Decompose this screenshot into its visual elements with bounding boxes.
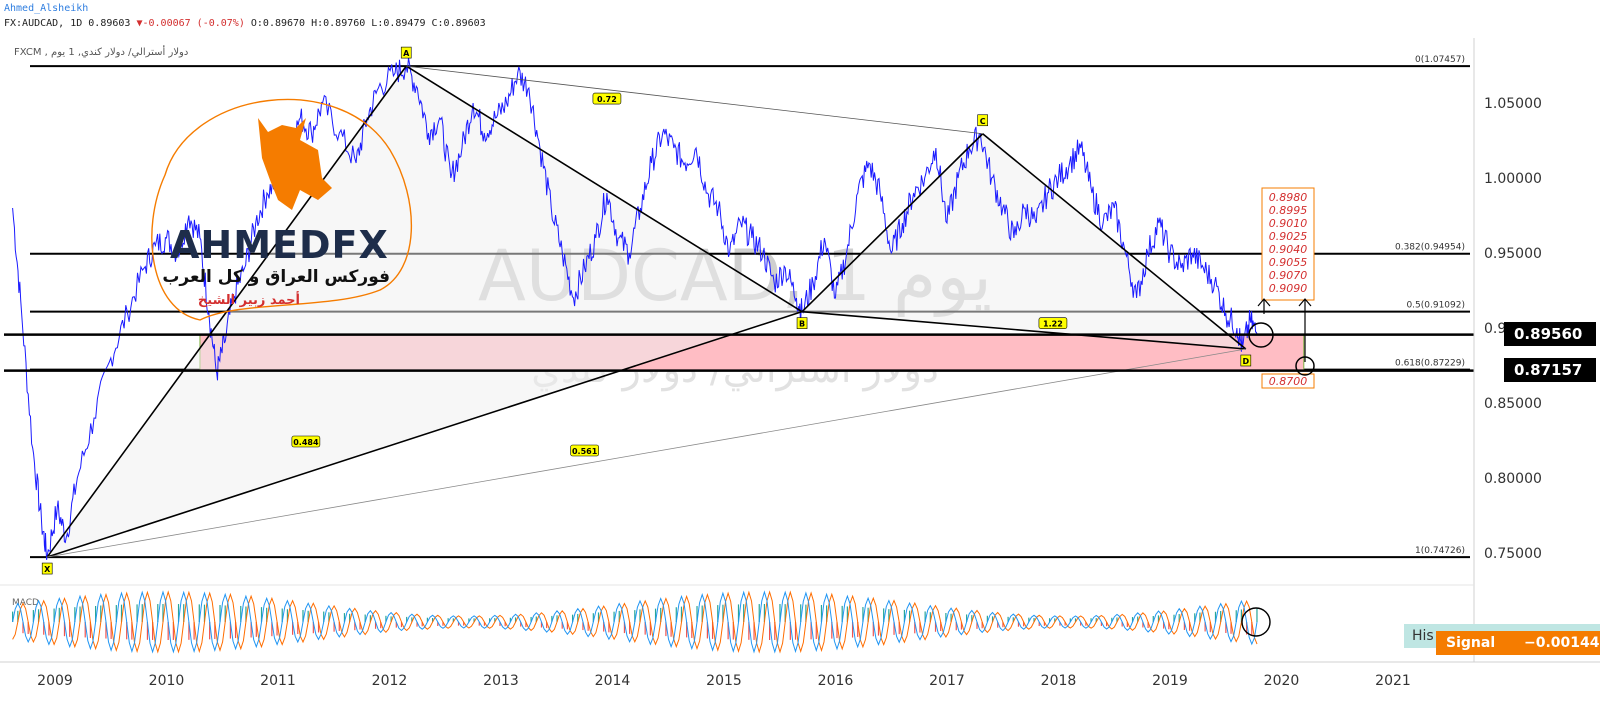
target-value: 0.9010 (1269, 217, 1308, 230)
price-chart[interactable]: AUDCAD, 1 يوم دولار أسترالي/ دولار كندي … (0, 0, 1600, 712)
ratio-label: 0.72 (597, 95, 617, 104)
x-tick-label: 2020 (1264, 673, 1300, 689)
y-tick-label: 1.05000 (1484, 96, 1542, 112)
target-value: 0.9055 (1269, 256, 1308, 269)
logo-tagline: فوركس العراق و كل العرب (162, 267, 390, 287)
target-value: 0.9040 (1269, 243, 1308, 256)
fib-label: 0.5(0.91092) (1406, 301, 1465, 311)
x-tick-label: 2013 (483, 673, 519, 689)
y-tick-label: 0.75000 (1484, 546, 1542, 562)
x-tick-label: 2009 (37, 673, 73, 689)
fib-label: 0.618(0.87229) (1395, 359, 1465, 369)
pattern-point-label: X (44, 565, 51, 574)
target-value: 0.9090 (1269, 282, 1308, 295)
ratio-label: 0.484 (293, 438, 319, 447)
y-tick-label: 1.00000 (1484, 171, 1542, 187)
target-value: 0.9070 (1269, 269, 1308, 282)
target-value: 0.9025 (1269, 230, 1308, 243)
pattern-point-label: A (403, 49, 410, 58)
x-tick-label: 2017 (929, 673, 965, 689)
fib-label: 1(0.74726) (1415, 546, 1465, 556)
ratio-label: 1.22 (1043, 320, 1063, 329)
price-label-lower: 0.87157 (1504, 358, 1596, 382)
x-tick-label: 2016 (818, 673, 854, 689)
pattern-point-label: D (1242, 357, 1249, 366)
fib-label: 0.382(0.94954) (1395, 243, 1465, 253)
macd-signal-legend: Signal −0.00144 (1436, 631, 1600, 655)
fib-label: 0(1.07457) (1415, 55, 1465, 65)
y-tick-label: 0.95000 (1484, 246, 1542, 262)
x-tick-label: 2012 (372, 673, 408, 689)
target-low: 0.8700 (1269, 375, 1308, 388)
source-line: FXCM , دولار أسترالي/ دولار كندي, 1 يوم (14, 45, 188, 58)
x-tick-label: 2019 (1152, 673, 1188, 689)
x-tick-label: 2018 (1041, 673, 1077, 689)
target-value: 0.8980 (1269, 191, 1308, 204)
signal-value: −0.00144 (1524, 635, 1600, 651)
y-tick-label: 0.80000 (1484, 471, 1542, 487)
pattern-point-label: C (980, 117, 986, 126)
x-tick-label: 2015 (706, 673, 742, 689)
logo-brand: AHMEDFX (170, 223, 389, 267)
macd-panel (12, 590, 1258, 654)
x-axis: 2009 2010 2011 2012 2013 2014 2015 2016 2017 2018… (37, 673, 1411, 689)
signal-label: Signal (1446, 635, 1496, 651)
price-label-upper: 0.89560 (1504, 322, 1596, 346)
x-tick-label: 2021 (1375, 673, 1411, 689)
x-tick-label: 2010 (149, 673, 185, 689)
x-tick-label: 2011 (260, 673, 296, 689)
y-tick-label: 0.85000 (1484, 396, 1542, 412)
target-value: 0.8995 (1269, 204, 1308, 217)
ratio-label: 0.561 (572, 447, 598, 456)
logo-name: أحمد زبير الشيخ (198, 291, 300, 308)
x-tick-label: 2014 (595, 673, 631, 689)
pattern-point-label: B (799, 320, 805, 329)
